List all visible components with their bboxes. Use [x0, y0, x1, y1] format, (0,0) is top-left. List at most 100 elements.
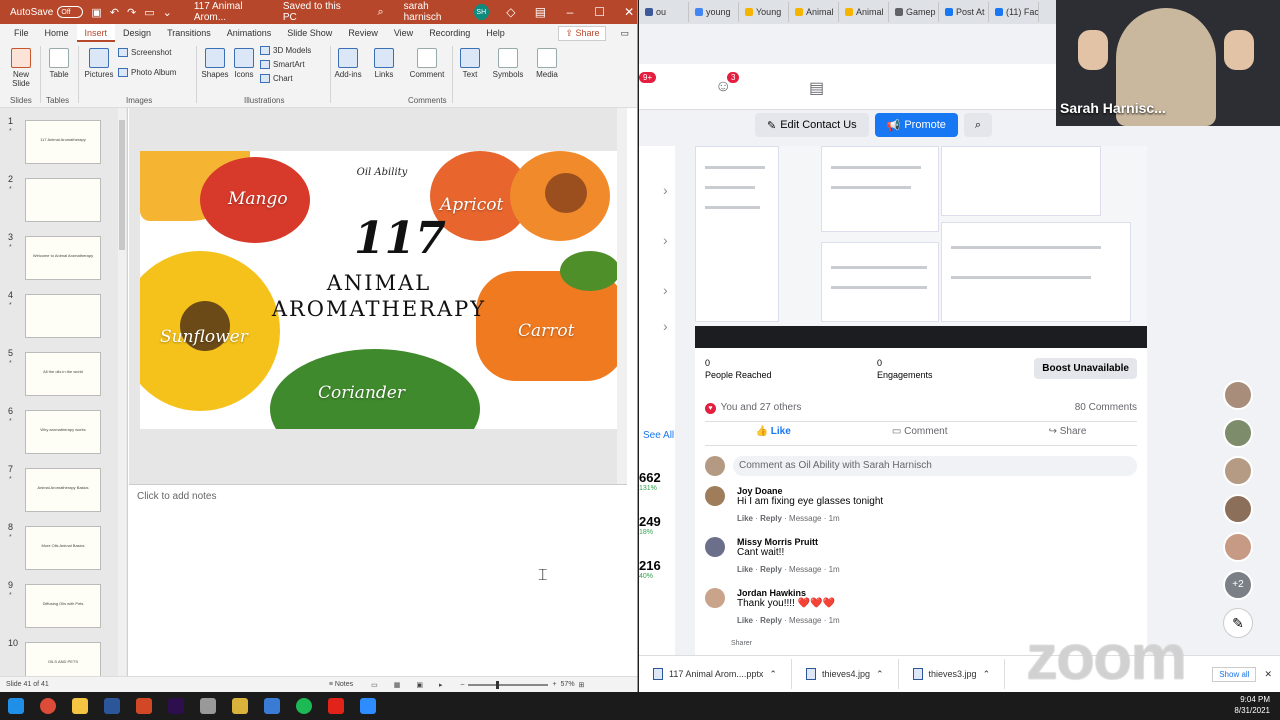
- avatar[interactable]: [705, 486, 725, 506]
- comment-author[interactable]: Joy Doane: [737, 486, 783, 496]
- links-button[interactable]: Links: [370, 48, 398, 79]
- tab-insert[interactable]: Insert: [76, 24, 116, 42]
- zoom-in-icon[interactable]: +: [552, 681, 556, 688]
- text-button[interactable]: Text: [456, 48, 484, 79]
- comments-count[interactable]: 80 Comments: [1075, 402, 1137, 413]
- zoom-level[interactable]: 57%: [561, 681, 575, 688]
- photo-album-button[interactable]: Photo Album: [118, 68, 176, 77]
- contact-avatar[interactable]: [1223, 532, 1253, 562]
- tab-recording[interactable]: Recording: [421, 24, 478, 42]
- media-button[interactable]: Media: [532, 48, 562, 79]
- browser-tab[interactable]: Post At: [939, 2, 989, 22]
- file-explorer-icon[interactable]: [72, 698, 88, 714]
- notes-pane[interactable]: Click to add notes ⌶: [129, 484, 627, 676]
- fit-slide-icon[interactable]: ⊞: [579, 681, 585, 689]
- chevron-right-icon[interactable]: ›: [663, 182, 668, 198]
- close-download-bar-icon[interactable]: ✕: [1264, 669, 1272, 680]
- tab-transitions[interactable]: Transitions: [159, 24, 219, 42]
- edit-contact-button[interactable]: ✎ Edit Contact Us: [755, 113, 869, 137]
- search-button[interactable]: ⌕: [963, 113, 992, 137]
- acrobat-icon[interactable]: [328, 698, 344, 714]
- comment-reply-link[interactable]: Reply: [760, 514, 782, 523]
- contact-avatar[interactable]: [1223, 456, 1253, 486]
- zoom-app-icon[interactable]: [360, 698, 376, 714]
- symbols-button[interactable]: Symbols: [490, 48, 526, 79]
- 3d-models-button[interactable]: 3D Models: [260, 46, 311, 55]
- comment-like-link[interactable]: Like: [737, 616, 753, 625]
- search-icon[interactable]: ⌕: [377, 6, 383, 19]
- chevron-up-icon[interactable]: ⌃: [876, 669, 884, 680]
- avatar[interactable]: [705, 537, 725, 557]
- slide-thumbnail[interactable]: 5 * All the oils in the world: [0, 348, 120, 398]
- browser-tab[interactable]: Animal: [789, 2, 839, 22]
- autosave-switch[interactable]: Off: [57, 6, 84, 18]
- minimize-icon[interactable]: –: [562, 5, 578, 19]
- browser-tab[interactable]: Animal: [839, 2, 889, 22]
- chevron-up-icon[interactable]: ⌃: [769, 669, 777, 680]
- browser-tab[interactable]: (11) Fac: [989, 2, 1039, 22]
- browser-tab[interactable]: Young: [739, 2, 789, 22]
- tab-view[interactable]: View: [386, 24, 421, 42]
- browser-tab[interactable]: young: [689, 2, 739, 22]
- browser-tab[interactable]: Gamep: [889, 2, 939, 22]
- notes-button[interactable]: ≡ Notes: [329, 681, 353, 688]
- comments-icon[interactable]: ▭: [612, 24, 637, 42]
- chevron-right-icon[interactable]: ›: [663, 282, 668, 298]
- tab-slide-show[interactable]: Slide Show: [279, 24, 340, 42]
- contact-avatar[interactable]: [1223, 418, 1253, 448]
- autosave-toggle[interactable]: AutoSave Off: [10, 6, 84, 18]
- media-player-icon[interactable]: [232, 698, 248, 714]
- save-icon[interactable]: ▣: [91, 6, 101, 19]
- tab-animations[interactable]: Animations: [219, 24, 280, 42]
- more-contacts-button[interactable]: +2: [1223, 570, 1253, 600]
- word-icon[interactable]: [104, 698, 120, 714]
- zoom-slider-knob[interactable]: [496, 680, 500, 689]
- present-icon[interactable]: ▭: [144, 6, 154, 19]
- download-item[interactable]: thieves3.jpg ⌃: [899, 659, 1006, 689]
- comment-like-link[interactable]: Like: [737, 514, 753, 523]
- calculator-icon[interactable]: [264, 698, 280, 714]
- comment-message-link[interactable]: Message: [789, 565, 821, 574]
- tab-file[interactable]: File: [6, 24, 37, 42]
- promote-button[interactable]: 📢 Promote: [874, 113, 958, 137]
- show-all-downloads-button[interactable]: Show all: [1212, 666, 1257, 682]
- customize-icon[interactable]: ⌄: [163, 6, 172, 19]
- download-item[interactable]: 117 Animal Arom....pptx ⌃: [639, 659, 792, 689]
- table-button[interactable]: Table: [46, 48, 72, 79]
- shapes-button[interactable]: Shapes: [200, 48, 230, 79]
- new-message-icon[interactable]: ✎: [1223, 608, 1253, 638]
- close-icon[interactable]: ✕: [621, 5, 637, 19]
- audition-icon[interactable]: [168, 698, 184, 714]
- slide-thumbnail[interactable]: 4 *: [0, 290, 120, 340]
- slide-sorter-icon[interactable]: ▦: [394, 681, 401, 689]
- icons-button[interactable]: Icons: [232, 48, 256, 79]
- tab-design[interactable]: Design: [115, 24, 159, 42]
- comment-like-link[interactable]: Like: [737, 565, 753, 574]
- user-name[interactable]: sarah harnisch: [404, 1, 468, 23]
- zoom-slider[interactable]: [468, 680, 549, 689]
- current-slide[interactable]: Mango Apricot Sunflower Carrot Coriander…: [140, 151, 618, 429]
- comment-author[interactable]: Jordan Hawkins: [737, 588, 806, 598]
- post-video-screenshot[interactable]: [695, 146, 1147, 348]
- slide-thumbnail[interactable]: 7 * Animal Aromatherapy Basics: [0, 464, 120, 514]
- maximize-icon[interactable]: ☐: [592, 5, 608, 19]
- slide-scrollbar[interactable]: [617, 108, 627, 484]
- zoom-video-tile[interactable]: Sarah Harnisc...: [1056, 0, 1280, 126]
- slide-thumbnail[interactable]: 1 * 117 Animal Aromatherapy: [0, 116, 120, 166]
- new-slide-button[interactable]: New Slide: [6, 48, 36, 88]
- comment-input[interactable]: Comment as Oil Ability with Sarah Harnis…: [733, 456, 1137, 476]
- comment-message-link[interactable]: Message: [789, 514, 821, 523]
- comment-author[interactable]: Missy Morris Pruitt: [737, 537, 818, 547]
- normal-view-icon[interactable]: ▭: [371, 681, 378, 689]
- slide-thumbnail[interactable]: 9 * Diffusing Oils with Pets: [0, 580, 120, 630]
- video-control-bar[interactable]: [695, 326, 1147, 348]
- reactions-text[interactable]: You and 27 others: [721, 402, 802, 413]
- avatar[interactable]: [705, 588, 725, 608]
- tab-home[interactable]: Home: [37, 24, 77, 42]
- zoom-out-icon[interactable]: –: [461, 681, 465, 688]
- reading-view-icon[interactable]: ▣: [416, 681, 423, 689]
- slide-thumbnail[interactable]: 2 *: [0, 174, 120, 224]
- pages-icon[interactable]: ▤: [809, 78, 824, 98]
- spotify-icon[interactable]: [296, 698, 312, 714]
- browser-tab[interactable]: ou: [639, 2, 689, 22]
